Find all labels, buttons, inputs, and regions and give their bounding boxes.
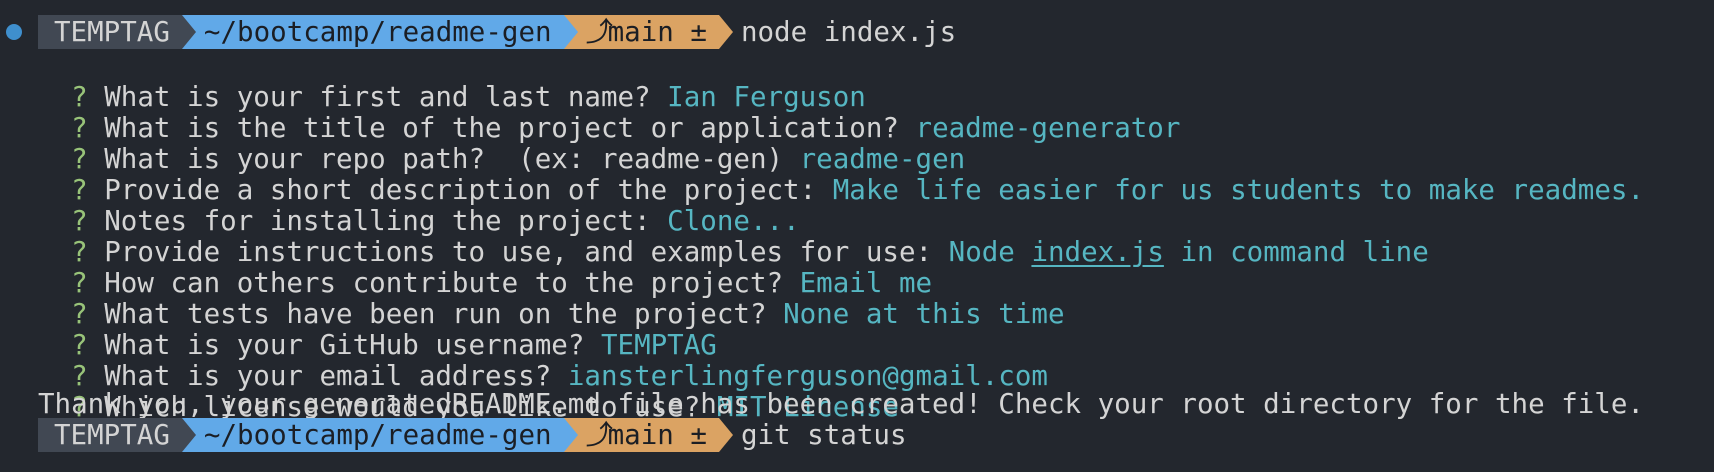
qa-line: ? What tests have been run on the projec… xyxy=(38,263,1064,330)
segment-arrow-icon xyxy=(181,15,196,49)
qa-line: ? Notes for installing the project: Clon… xyxy=(38,170,800,237)
segment-arrow-icon xyxy=(563,418,578,452)
segment-arrow-icon xyxy=(718,15,733,49)
prompt-user: TEMPTAG xyxy=(54,419,170,451)
prompt-git-segment: ⤴ main ± xyxy=(563,418,733,452)
status-dot-icon xyxy=(6,24,22,40)
prompt-dir: ~/bootcamp/readme-gen xyxy=(203,419,552,451)
segment-arrow-icon xyxy=(563,15,578,49)
prompt-user: TEMPTAG xyxy=(54,16,170,48)
prompt-dir-segment: ~/bootcamp/readme-gen xyxy=(181,15,578,49)
prompt-branch: main ± xyxy=(607,16,707,48)
segment-arrow-icon xyxy=(718,418,733,452)
prompt-user-segment: TEMPTAG xyxy=(38,15,196,49)
git-branch-icon: ⤴ xyxy=(585,16,614,48)
prompt-line: TEMPTAG ~/bootcamp/readme-gen ⤴ main ± g… xyxy=(0,418,907,452)
qa-line: ? Which license would you like to use? M… xyxy=(38,356,899,423)
prompt-dir-segment: ~/bootcamp/readme-gen xyxy=(181,418,578,452)
qa-line: ? How can others contribute to the proje… xyxy=(38,232,932,299)
qa-line: ? Provide instructions to use, and examp… xyxy=(38,201,1429,268)
segment-arrow-icon xyxy=(181,418,196,452)
command-text: git status xyxy=(740,419,907,451)
prompt-user-segment: TEMPTAG xyxy=(38,418,196,452)
qa-line: ? Provide a short description of the pro… xyxy=(38,139,1644,206)
prompt-branch: main ± xyxy=(607,419,707,451)
final-message: Thank you, your generatedREADME.md file … xyxy=(38,388,1644,420)
qa-line: ? What is your GitHub username? TEMPTAG xyxy=(38,294,717,361)
qa-line: ? What is your first and last name? Ian … xyxy=(38,46,866,113)
prompt-dir: ~/bootcamp/readme-gen xyxy=(203,16,552,48)
command-text: node index.js xyxy=(740,16,957,48)
qa-line: ? What is your email address? iansterlin… xyxy=(38,325,1048,392)
git-branch-icon: ⤴ xyxy=(585,419,614,451)
prompt-line: TEMPTAG ~/bootcamp/readme-gen ⤴ main ± n… xyxy=(0,15,956,49)
qa-line: ? What is your repo path? (ex: readme-ge… xyxy=(38,108,965,175)
prompt-git-segment: ⤴ main ± xyxy=(563,15,733,49)
answer-text: in command line xyxy=(1163,236,1429,268)
qa-line: ? What is the title of the project or ap… xyxy=(38,77,1180,144)
